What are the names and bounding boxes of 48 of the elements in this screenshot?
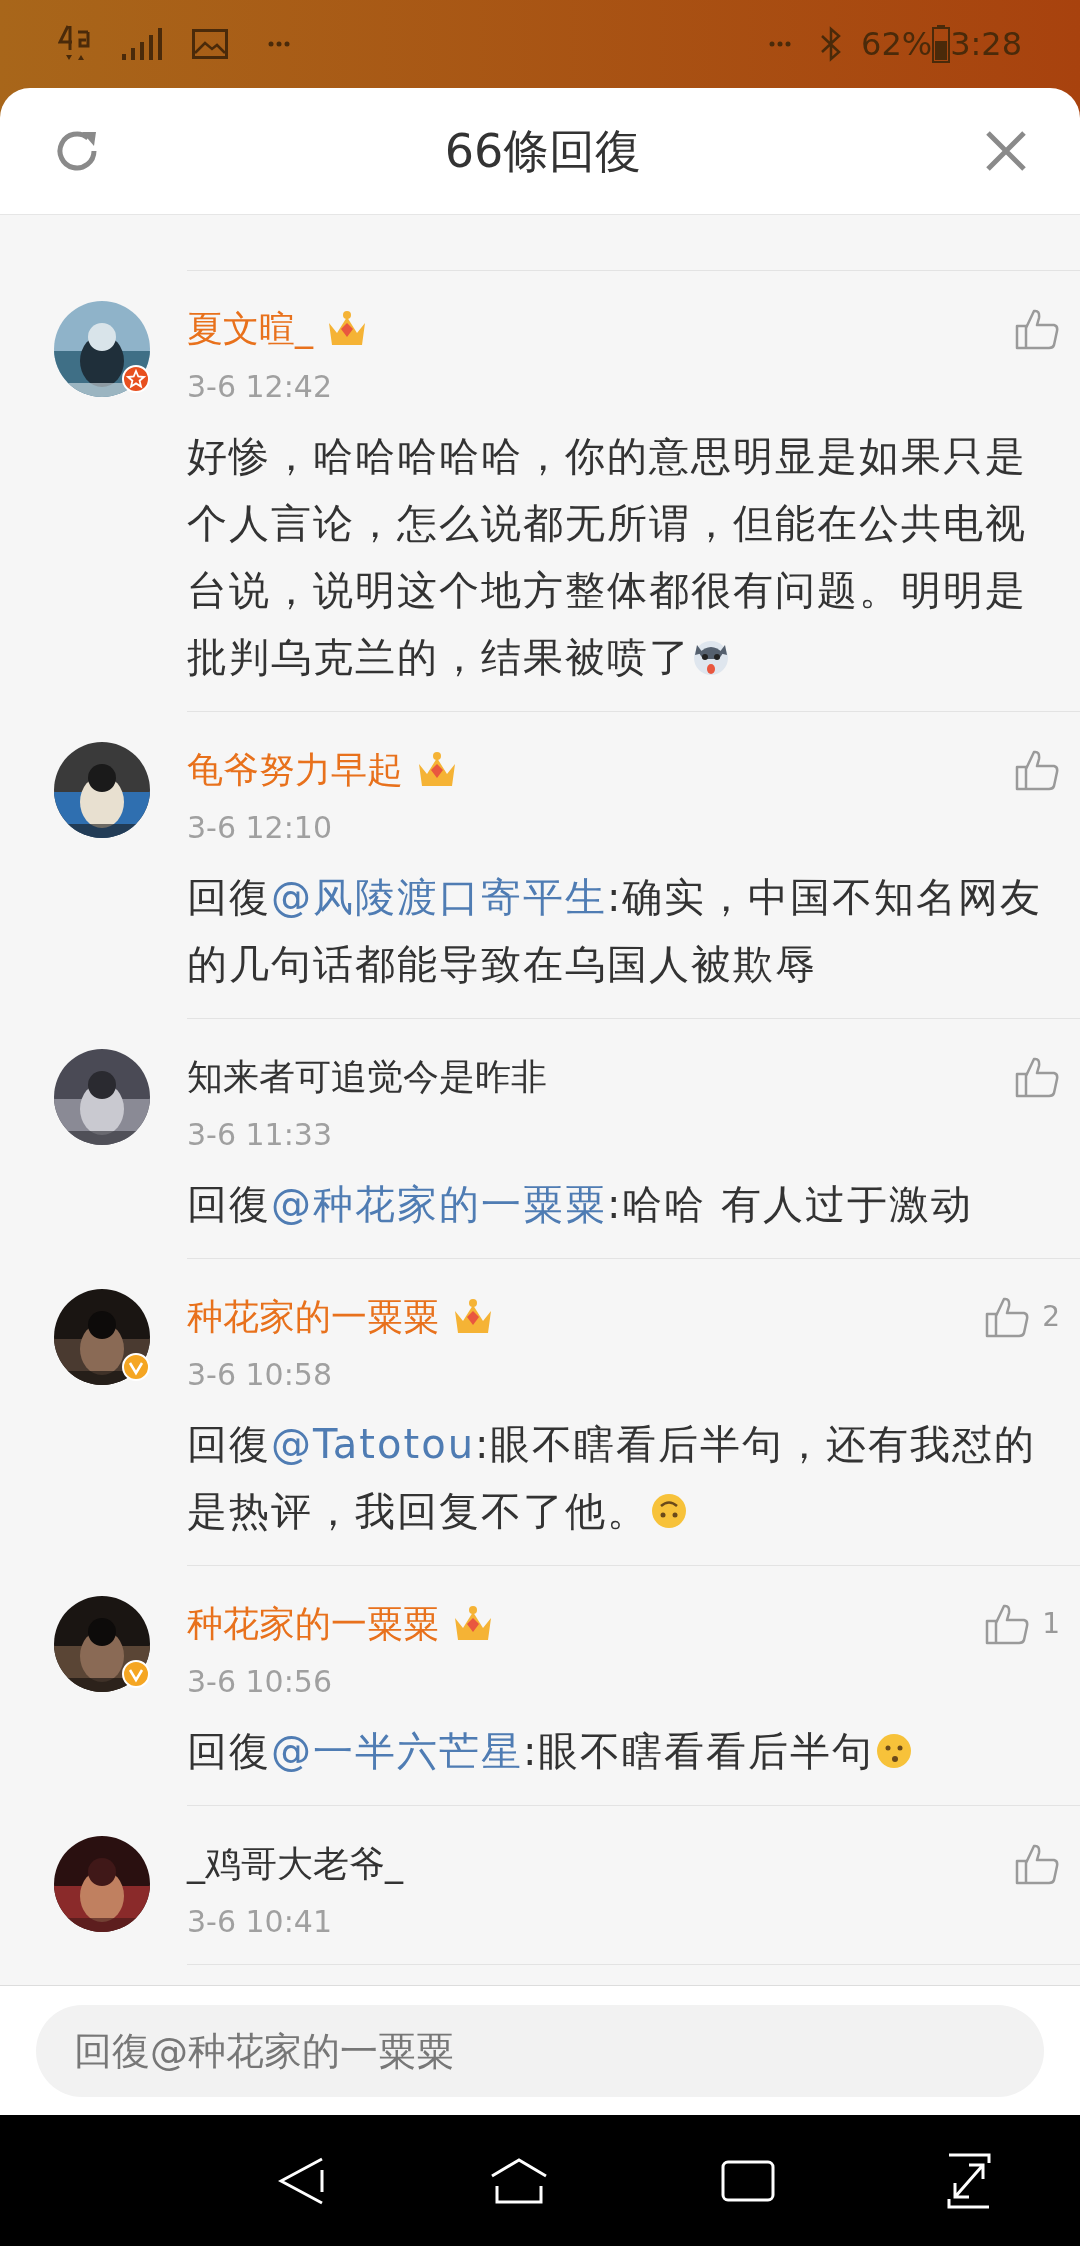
bluetooth-icon	[819, 26, 843, 62]
more-icon	[268, 41, 290, 47]
comment-text: 回復@种花家的一粟粟:哈哈 有人过于激动	[187, 1180, 975, 1229]
user-mention-link[interactable]: @风陵渡口寄平生	[271, 874, 607, 920]
close-icon[interactable]	[984, 129, 1028, 173]
like-count: 1	[1042, 1606, 1060, 1642]
more-icon	[769, 41, 791, 47]
user-mention-link[interactable]: @Tatotou	[271, 1421, 475, 1467]
user-name[interactable]: _鸡哥大老爷_	[187, 1836, 403, 1892]
comment-text: 好惨，哈哈哈哈哈，你的意思明显是如果只是个人言论，怎么说都无所谓，但能在公共电视台说，说明这个地方整体都很有问题。明明是批判乌克兰的，结果被喷了	[187, 432, 1028, 682]
battery-percentage: 62%	[861, 24, 933, 65]
thumbs-up-icon[interactable]	[1014, 1842, 1060, 1886]
image-icon	[192, 29, 228, 59]
comment-time: 3-6 12:10	[187, 809, 333, 847]
reply-input-field[interactable]: 回復@种花家的一粟粟	[36, 2004, 1044, 2097]
user-name[interactable]: 种花家的一粟粟	[187, 1596, 439, 1652]
thumbs-up-icon[interactable]	[984, 1602, 1031, 1646]
recent-apps-icon[interactable]	[721, 2159, 775, 2202]
comment-time: 3-6 11:33	[187, 1116, 333, 1154]
user-name[interactable]: 种花家的一粟粟	[187, 1289, 439, 1345]
verified-badge-icon	[122, 1660, 150, 1688]
comment-text: 回復@风陵渡口寄平生:确实，中国不知名网友的几句话都能导致在乌国人被欺辱	[187, 873, 1044, 989]
user-mention-link[interactable]: @种花家的一粟粟	[271, 1181, 607, 1227]
expand-icon[interactable]	[945, 2152, 993, 2209]
thumbs-up-icon[interactable]	[1014, 307, 1060, 351]
thumbs-up-icon[interactable]	[984, 1295, 1031, 1339]
upside-down-face-emoji-icon	[649, 1491, 689, 1531]
comment-time: 3-6 10:58	[187, 1356, 333, 1394]
verified-badge-icon	[122, 1353, 150, 1381]
comment-time: 3-6 10:56	[187, 1663, 333, 1701]
star-badge-icon	[122, 365, 150, 393]
comment-time: 3-6 12:42	[187, 368, 333, 406]
battery-icon	[932, 25, 951, 63]
comment-text: 回復@Tatotou:眼不瞎看后半句，还有我怼的是热评，我回复不了他。	[187, 1420, 1038, 1536]
comment-time: 3-6 10:41	[187, 1903, 333, 1941]
clock: 3:28	[950, 24, 1022, 65]
user-name[interactable]: 夏文暄_	[187, 301, 313, 357]
thumbs-up-icon[interactable]	[1014, 748, 1060, 792]
like-count: 2	[1042, 1299, 1060, 1335]
home-icon[interactable]	[490, 2157, 548, 2204]
user-name[interactable]: 知来者可追觉今是昨非	[187, 1049, 547, 1105]
header-title: 66條回復	[444, 122, 642, 180]
back-icon[interactable]	[278, 2155, 324, 2206]
user-name[interactable]: 龟爷努力早起	[187, 742, 403, 798]
signal-icon	[122, 28, 162, 60]
comment-text: 回復@一半六芒星:眼不瞎看看后半句	[187, 1718, 1060, 1785]
thumbs-up-icon[interactable]	[1014, 1055, 1060, 1099]
user-mention-link[interactable]: @一半六芒星	[271, 1728, 523, 1774]
